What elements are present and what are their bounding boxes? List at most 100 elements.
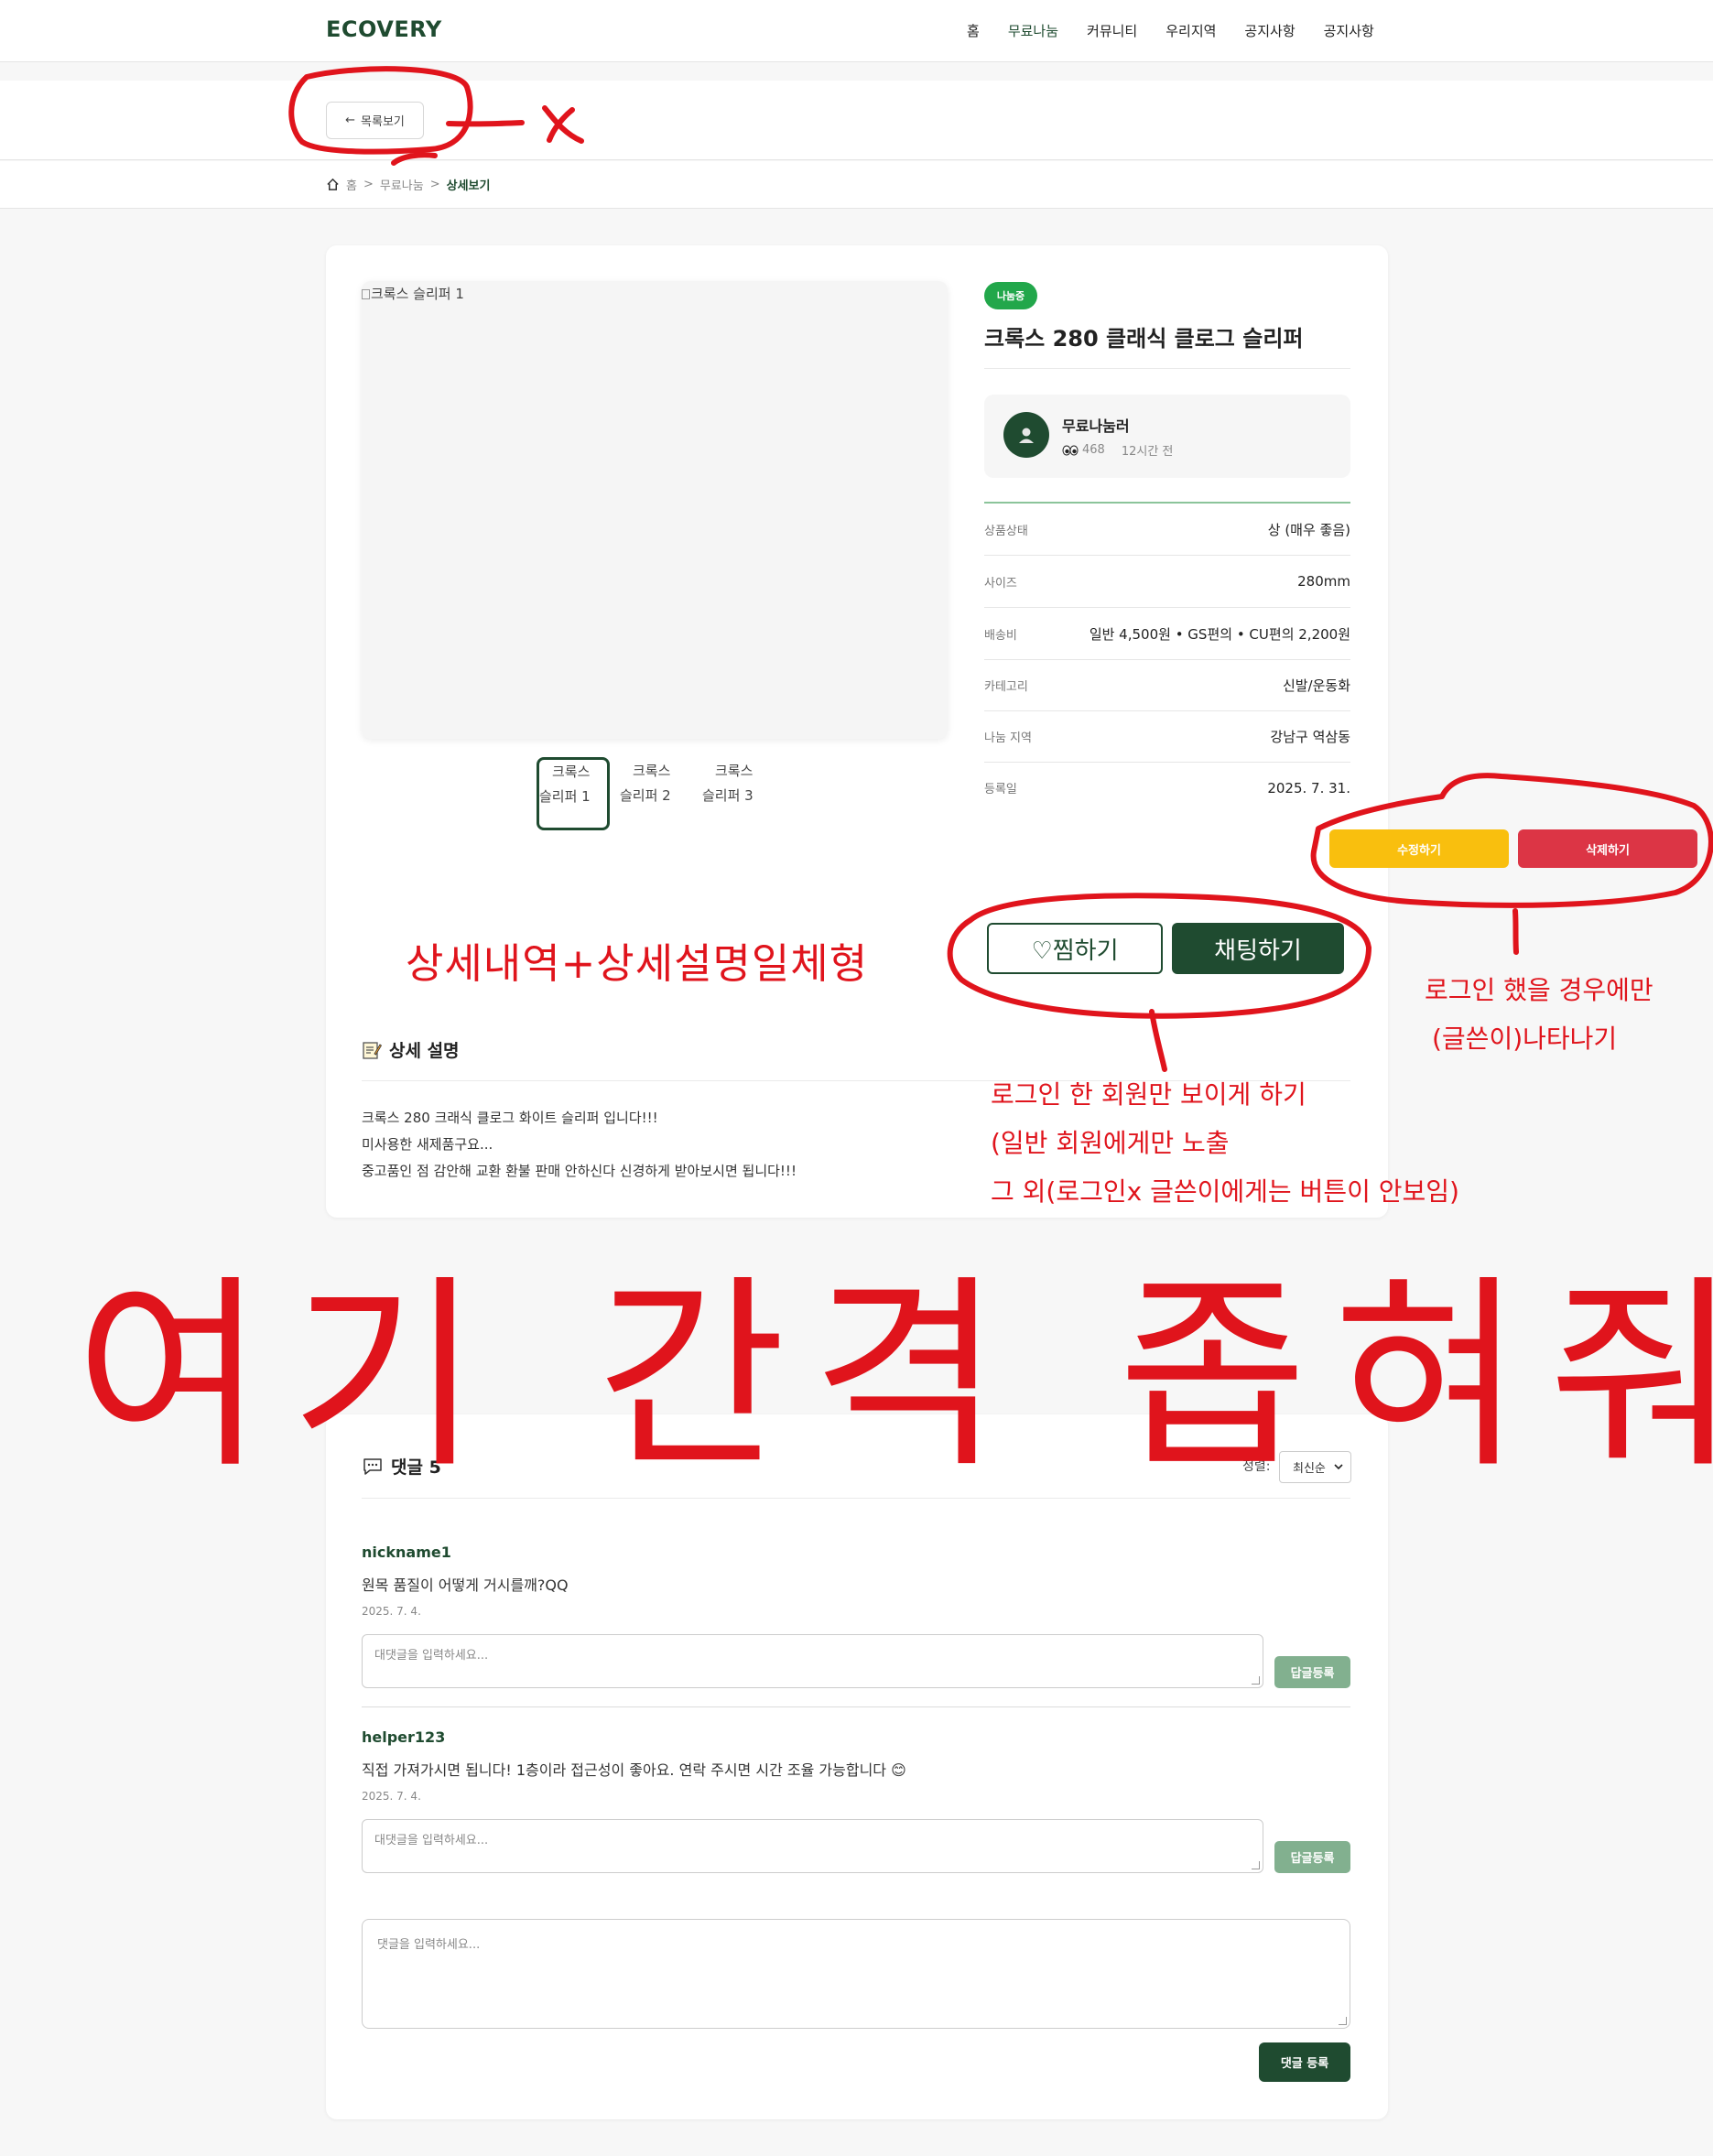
status-badge: 나눔중 [984, 282, 1037, 309]
resize-handle-icon[interactable] [1339, 2017, 1347, 2025]
comment-text: 원목 품질이 어떻게 거시를깨?QQ [362, 1576, 569, 1594]
pointer-line-author [1512, 908, 1519, 955]
comment-input[interactable]: 댓글을 입력하세요... [362, 1919, 1350, 2029]
info-row-condition: 상품상태 상 (매우 좋음) [984, 504, 1350, 556]
chat-button[interactable]: 채팅하기 [1172, 923, 1344, 974]
broken-image-icon [362, 289, 370, 299]
seller-avatar[interactable] [1003, 412, 1049, 458]
resize-handle-icon[interactable] [1252, 1676, 1260, 1685]
thumb-alt-line1: 크록스 [715, 763, 754, 779]
reply-submit-button[interactable]: 답글등록 [1274, 1656, 1350, 1688]
divider [984, 368, 1350, 369]
back-button-label: 목록보기 [361, 115, 405, 129]
annotation-author-only: 로그인 했을 경우에만 (글쓴이)나타나기 [1425, 966, 1653, 1063]
info-value: 강남구 역삼동 [1270, 728, 1350, 745]
annotation-line: (글쓴이)나타나기 [1432, 1024, 1618, 1054]
nav-item-community[interactable]: 커뮤니티 [1087, 21, 1137, 40]
site-logo[interactable]: ECOVERY [326, 16, 442, 42]
top-navbar [0, 0, 1713, 62]
nav-item-notice-2[interactable]: 공지사항 [1324, 21, 1374, 40]
reply-submit-button[interactable]: 답글등록 [1274, 1841, 1350, 1873]
thumb-alt-line2: 슬리퍼 3 [702, 787, 754, 804]
info-key: 상품상태 [984, 524, 1028, 538]
comment-date: 2025. 7. 4. [362, 1790, 421, 1803]
info-row-region: 나눔 지역 강남구 역삼동 [984, 710, 1350, 763]
info-key: 배송비 [984, 628, 1017, 643]
thumb-alt-line2: 슬리퍼 1 [539, 788, 591, 805]
eyes-icon [1062, 445, 1079, 455]
info-value: 일반 4,500원 • GS편의 • CU편의 2,200원 [1089, 625, 1350, 643]
annotation-login-only: 로그인 한 회원만 보이게 하기 (일반 회원에게만 노출 그 외(로그인x 글… [991, 1070, 1459, 1216]
nav-item-home[interactable]: 홈 [967, 21, 980, 40]
breadcrumb-bar [0, 161, 1713, 209]
nav-item-local[interactable]: 우리지역 [1165, 21, 1216, 40]
annotation-narrow-gap: 여기 간격 좁혀줘 [75, 1257, 1713, 1497]
info-row-size: 사이즈 280mm [984, 556, 1350, 608]
comment-submit-button[interactable]: 댓글 등록 [1259, 2042, 1350, 2082]
thumbnail-2[interactable]: 크록스 슬리퍼 2 [620, 759, 693, 832]
info-key: 카테고리 [984, 679, 1028, 694]
description-line: 중고품인 점 감안해 교환 환불 판매 안하신다 신경하게 받아보시면 됩니다!… [362, 1163, 797, 1179]
info-value: 280mm [1297, 573, 1350, 590]
thumbnail-1[interactable]: 크록스 슬리퍼 1 [537, 757, 610, 830]
description-line: 크록스 280 크래식 클로그 화이트 슬리퍼 입니다!!! [362, 1110, 658, 1126]
product-title: 크록스 280 클래식 클로그 슬리퍼 [984, 326, 1304, 352]
breadcrumb: 홈 > 무료나눔 > 상세보기 [326, 176, 490, 193]
description-title-text: 상세 설명 [389, 1041, 460, 1061]
nav-item-notice[interactable]: 공지사항 [1244, 21, 1295, 40]
annotation-line: (일반 회원에게만 노출 [991, 1128, 1230, 1158]
annotation-line: 로그인 했을 경우에만 [1425, 975, 1653, 1005]
info-value: 2025. 7. 31. [1267, 779, 1350, 796]
seller-name[interactable]: 무료나눔러 [1062, 414, 1130, 436]
thumb-alt-line1: 크록스 [633, 763, 671, 779]
reply-input[interactable]: 대댓글을 입력하세요... [362, 1634, 1263, 1688]
main-nav: 홈 무료나눔 커뮤니티 우리지역 공지사항 공지사항 [967, 21, 1403, 40]
info-row-category: 카테고리 신발/운동화 [984, 659, 1350, 711]
info-row-shipping: 배송비 일반 4,500원 • GS편의 • CU편의 2,200원 [984, 608, 1350, 660]
info-value: 상 (매우 좋음) [1267, 521, 1350, 538]
thumbnail-3[interactable]: 크록스 슬리퍼 3 [702, 759, 775, 832]
info-key: 사이즈 [984, 576, 1017, 590]
description-line: 미사용한 새제품구요... [362, 1136, 493, 1153]
annotation-integrated: 상세내역+상세설명일체형 [406, 939, 869, 988]
breadcrumb-current: 상세보기 [446, 179, 491, 193]
back-to-list-button[interactable]: ← 목록보기 [326, 102, 424, 139]
edit-button[interactable]: 수정하기 [1329, 829, 1509, 868]
view-count: 468 [1082, 443, 1105, 457]
memo-icon [363, 1041, 382, 1059]
comment-author[interactable]: nickname1 [362, 1544, 451, 1561]
info-key: 등록일 [984, 783, 1017, 796]
info-row-date: 등록일 2025. 7. 31. [984, 762, 1350, 814]
annotation-line: 로그인 한 회원만 보이게 하기 [991, 1079, 1306, 1110]
like-button[interactable]: ♡찜하기 [987, 923, 1163, 974]
thumb-alt-line2: 슬리퍼 2 [620, 787, 671, 804]
breadcrumb-separator: > [363, 178, 374, 191]
reply-placeholder: 대댓글을 입력하세요... [374, 1834, 489, 1847]
comment-placeholder: 댓글을 입력하세요... [377, 1938, 481, 1952]
comment-divider [362, 1706, 1350, 1707]
info-key: 나눔 지역 [984, 731, 1032, 745]
resize-handle-icon[interactable] [1252, 1861, 1260, 1869]
thumb-alt-line1: 크록스 [552, 764, 591, 780]
reply-placeholder: 대댓글을 입력하세요... [374, 1649, 489, 1663]
comment-text: 직접 가져가시면 됩니다! 1층이라 접근성이 좋아요. 연락 주시면 시간 조… [362, 1761, 906, 1779]
breadcrumb-category[interactable]: 무료나눔 [380, 176, 424, 193]
info-value: 신발/운동화 [1282, 677, 1350, 694]
nav-item-free-share[interactable]: 무료나눔 [1008, 21, 1058, 40]
arrow-left-icon: ← [345, 114, 356, 127]
home-icon[interactable] [326, 178, 340, 191]
posted-time: 12시간 전 [1121, 445, 1174, 459]
breadcrumb-separator: > [429, 178, 440, 191]
comment-date: 2025. 7. 4. [362, 1605, 421, 1618]
seller-meta: 468 12시간 전 [1062, 441, 1173, 459]
comment-author[interactable]: helper123 [362, 1728, 445, 1746]
delete-button[interactable]: 삭제하기 [1518, 829, 1697, 868]
reply-input[interactable]: 대댓글을 입력하세요... [362, 1819, 1263, 1873]
description-title: 상세 설명 [362, 1037, 460, 1062]
user-icon [1019, 428, 1034, 443]
sub-header [0, 81, 1713, 160]
main-product-image[interactable] [362, 281, 948, 739]
breadcrumb-home[interactable]: 홈 [346, 176, 357, 193]
main-image-alt-text: 크록스 슬리퍼 1 [362, 284, 464, 303]
main-image-alt: 크록스 슬리퍼 1 [371, 286, 464, 302]
